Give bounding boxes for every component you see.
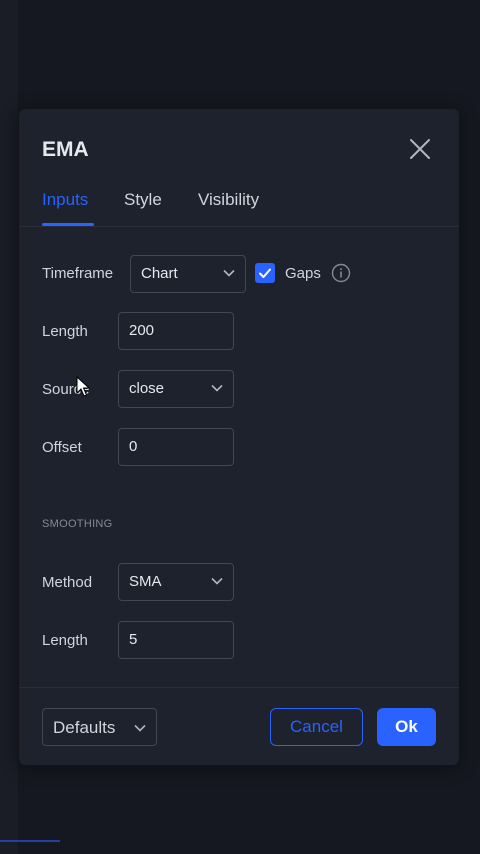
close-icon [410,139,430,159]
footer-divider [19,687,459,688]
defaults-dropdown-button[interactable]: Defaults [42,708,157,746]
info-icon[interactable] [331,263,351,283]
method-value: SMA [129,573,162,590]
close-button[interactable] [406,135,434,163]
smoothing-length-value: 5 [129,631,138,648]
checkmark-icon [259,268,271,278]
source-value: close [129,380,165,397]
indicator-settings-dialog: EMA Inputs Style Visibility Timeframe Ch… [19,109,459,765]
gaps-checkbox[interactable] [255,263,275,283]
tab-style[interactable]: Style [124,190,162,210]
offset-input[interactable]: 0 [118,428,234,466]
offset-label: Offset [42,439,82,456]
defaults-label: Defaults [53,718,116,737]
chevron-down-icon [211,384,223,392]
chart-line-fragment [0,840,60,842]
tab-visibility[interactable]: Visibility [198,190,259,210]
source-select[interactable]: close [118,370,234,408]
timeframe-select[interactable]: Chart [130,255,246,293]
header-divider [19,226,459,227]
chevron-down-icon [223,269,235,277]
mouse-cursor-icon [76,376,90,397]
smoothing-length-label: Length [42,632,88,649]
background-panel [0,0,18,854]
dialog-title: EMA [42,138,89,161]
ok-button[interactable]: Ok [377,708,436,746]
length-value: 200 [129,322,155,339]
smoothing-length-input[interactable]: 5 [118,621,234,659]
method-label: Method [42,574,93,591]
smoothing-section-title: SMOOTHING [42,518,113,530]
timeframe-label: Timeframe [42,265,114,282]
method-select[interactable]: SMA [118,563,234,601]
tab-inputs[interactable]: Inputs [42,190,88,210]
chevron-down-icon [211,577,223,585]
chevron-down-icon [134,724,146,732]
cancel-button[interactable]: Cancel [270,708,363,746]
length-input[interactable]: 200 [118,312,234,350]
gaps-label: Gaps [285,265,321,282]
timeframe-value: Chart [141,265,178,282]
length-label: Length [42,323,88,340]
offset-value: 0 [129,438,138,455]
